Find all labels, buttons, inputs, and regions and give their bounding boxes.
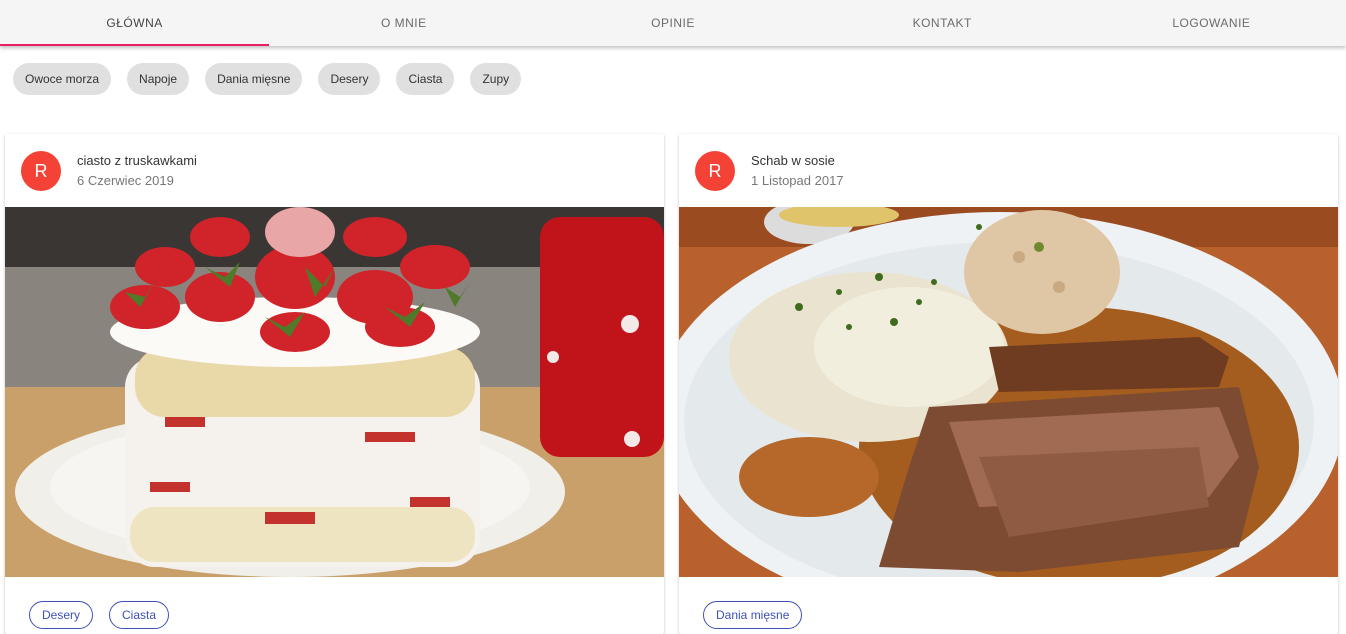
chip-desery[interactable]: Desery [318,63,381,95]
chip-napoje[interactable]: Napoje [127,63,190,95]
chip-dania-miesne[interactable]: Dania mięsne [205,63,303,95]
top-nav: GŁÓWNA O MNIE OPINIE KONTAKT LOGOWANIE [0,0,1346,46]
post-title: ciasto z truskawkami [77,153,197,168]
post-card: R ciasto z truskawkami 6 Czerwiec 2019 D… [5,134,664,634]
post-image-pork-in-sauce [679,207,1338,577]
chip-owoce-morza[interactable]: Owoce morza [13,63,112,95]
post-date: 1 Listopad 2017 [751,173,844,188]
tab-logowanie[interactable]: LOGOWANIE [1077,0,1346,46]
tab-o-mnie[interactable]: O MNIE [269,0,538,46]
chip-zupy[interactable]: Zupy [470,63,522,95]
tab-opinie[interactable]: OPINIE [538,0,807,46]
category-chips: Owoce morza Napoje Dania mięsne Desery C… [13,63,522,95]
post-date: 6 Czerwiec 2019 [77,173,174,188]
avatar: R [695,151,735,191]
tab-glowna[interactable]: GŁÓWNA [0,0,270,46]
post-title: Schab w sosie [751,153,835,168]
chip-ciasta[interactable]: Ciasta [396,63,455,95]
post-tags: Dania mięsne [679,577,1338,629]
post-image-strawberry-cake [5,207,664,577]
post-card: R Schab w sosie 1 Listopad 2017 Dania mi… [679,134,1338,634]
tab-kontakt[interactable]: KONTAKT [808,0,1077,46]
post-tags: Desery Ciasta [5,577,664,629]
avatar: R [21,151,61,191]
card-header: R Schab w sosie 1 Listopad 2017 [679,134,1338,207]
card-header: R ciasto z truskawkami 6 Czerwiec 2019 [5,134,664,207]
